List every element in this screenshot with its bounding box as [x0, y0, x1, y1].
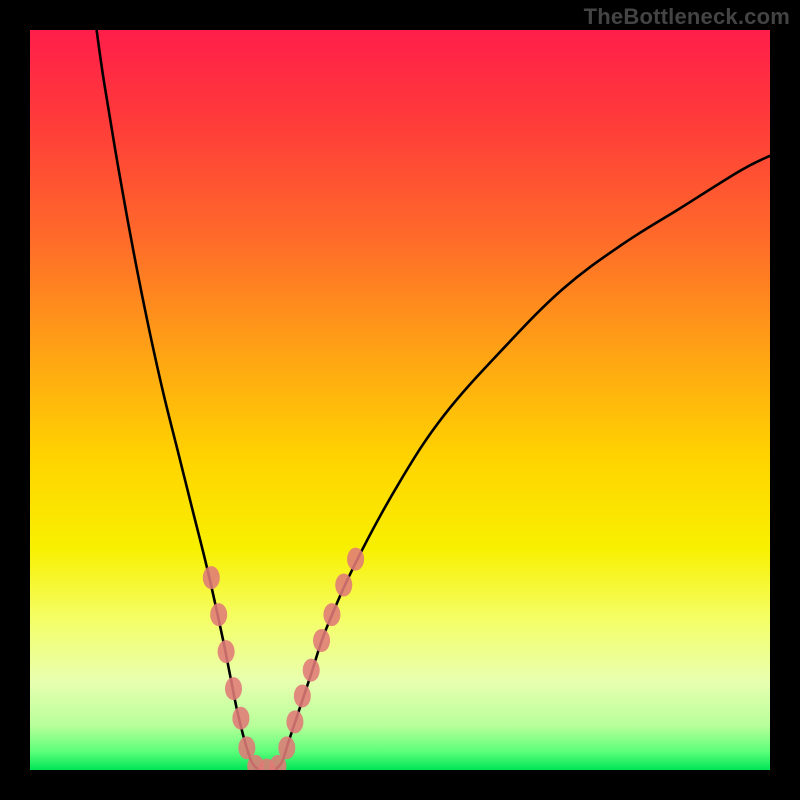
marker-dot — [335, 574, 352, 597]
marker-dot — [232, 707, 249, 730]
marker-dot — [286, 710, 303, 733]
chart-svg — [30, 30, 770, 770]
marker-dot — [347, 548, 364, 571]
marker-dot — [294, 685, 311, 708]
marker-dot — [303, 659, 320, 682]
background-rect — [30, 30, 770, 770]
marker-dot — [210, 603, 227, 626]
chart-frame: TheBottleneck.com — [0, 0, 800, 800]
marker-dot — [278, 736, 295, 759]
marker-dot — [203, 566, 220, 589]
marker-dot — [323, 603, 340, 626]
marker-dot — [225, 677, 242, 700]
marker-dot — [218, 640, 235, 663]
marker-dot — [313, 629, 330, 652]
chart-plot — [30, 30, 770, 770]
watermark-label: TheBottleneck.com — [584, 4, 790, 30]
